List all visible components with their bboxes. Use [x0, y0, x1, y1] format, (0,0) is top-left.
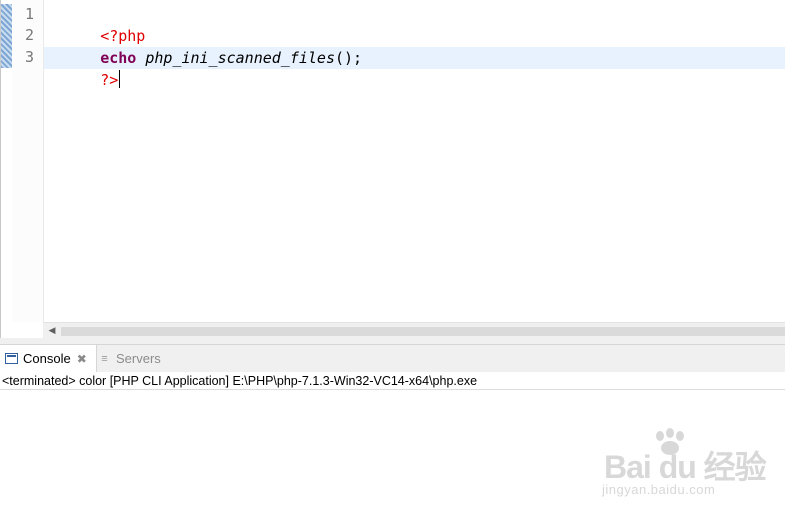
ide-window: 1 2 3 <?php echo php_ini_scanned_files()… — [0, 0, 785, 515]
line-number: 3 — [24, 48, 34, 66]
function-name: php_ini_scanned_files — [145, 49, 335, 67]
tab-servers-label: Servers — [116, 351, 161, 366]
process-status: <terminated> color [PHP CLI Application]… — [2, 374, 478, 388]
line-number-gutter: 1 2 3 — [12, 0, 44, 322]
tab-console[interactable]: Console ✖ — [0, 345, 97, 372]
console-output[interactable]: <terminated> color [PHP CLI Application]… — [0, 372, 785, 515]
call-parens: (); — [335, 49, 363, 67]
scrollbar-thumb[interactable] — [61, 327, 785, 336]
code-line-3[interactable]: ?> — [46, 47, 121, 89]
quick-diff-ruler — [1, 4, 12, 68]
code-editor[interactable]: 1 2 3 <?php echo php_ini_scanned_files()… — [0, 0, 785, 339]
tab-servers[interactable]: ≡ Servers — [98, 345, 161, 372]
line-number: 2 — [24, 26, 34, 44]
servers-icon: ≡ — [101, 352, 108, 365]
console-tab-bar: Console ✖ ≡ Servers — [0, 344, 785, 373]
status-divider — [0, 389, 785, 390]
console-icon — [5, 353, 18, 364]
chevron-left-icon[interactable]: ◀ — [46, 325, 58, 337]
horizontal-scrollbar[interactable]: ◀ — [43, 322, 785, 339]
code-line-1[interactable]: <?php — [46, 3, 145, 45]
php-close-tag: ?> — [100, 71, 119, 89]
code-line-2[interactable]: echo php_ini_scanned_files(); — [46, 25, 362, 67]
tab-console-label: Console — [23, 351, 71, 366]
line-number: 1 — [24, 5, 34, 23]
text-cursor — [119, 70, 121, 88]
close-icon[interactable]: ✖ — [77, 352, 87, 366]
